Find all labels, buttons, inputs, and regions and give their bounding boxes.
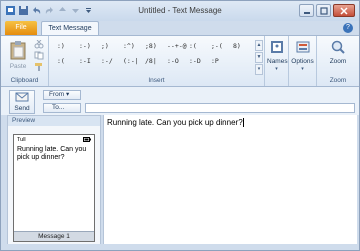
emoticon-item[interactable]: :-D xyxy=(189,57,211,66)
send-icon xyxy=(15,92,29,102)
preview-message: Running late. Can you pick up dinner? xyxy=(17,146,87,161)
tab-text-message[interactable]: Text Message xyxy=(41,21,99,35)
emoticon-item[interactable]: :-I xyxy=(79,57,101,66)
clipboard-group-label: Clipboard xyxy=(10,77,39,84)
preview-footer: Message 1 xyxy=(14,231,94,241)
preview-pane: Preview Tull Running late. Can you pick … xyxy=(7,115,101,245)
zoom-group: Zoom Zoom xyxy=(317,36,359,86)
phone-preview: Tull Running late. Can you pick up dinne… xyxy=(13,134,95,242)
chevron-down-icon: ▾ xyxy=(65,91,70,98)
emoticon-item[interactable]: ;) xyxy=(101,42,123,51)
message-body: Running late. Can you pick up dinner? xyxy=(107,118,243,127)
copy-icon[interactable] xyxy=(34,51,44,60)
emoticon-item[interactable]: :( xyxy=(189,42,211,51)
emoticon-item[interactable]: :-O xyxy=(167,57,189,66)
options-group: Options ▾ xyxy=(289,36,317,86)
zoom-group-label: Zoom xyxy=(329,77,347,84)
emoticon-item[interactable]: :^) xyxy=(123,42,145,51)
emoticon-gallery: :) :-) ;) :^) ;8) --+-@ :( ;-( 8) :( :-I… xyxy=(57,42,257,66)
to-field[interactable] xyxy=(85,103,355,113)
address-book-icon xyxy=(270,41,283,53)
insert-group: :) :-) ;) :^) ;8) --+-@ :( ;-( 8) :( :-I… xyxy=(49,36,265,86)
options-button[interactable]: Options ▾ xyxy=(291,40,314,72)
ribbon-tabs: File Text Message ? xyxy=(1,21,359,35)
zoom-button[interactable]: Zoom xyxy=(319,40,357,65)
emoticon-item[interactable]: ;8) xyxy=(145,42,167,51)
from-button[interactable]: From ▾ xyxy=(43,90,81,100)
zoom-label: Zoom xyxy=(329,58,347,65)
text-message-window: Untitled - Text Message File Text Messag… xyxy=(0,0,360,251)
maximize-button[interactable] xyxy=(316,4,331,17)
names-label: Names xyxy=(267,58,288,65)
emoticon-item[interactable]: :( xyxy=(57,57,79,66)
ribbon: Paste Clipboard :) :-) ;) :^) ;8) --+-@ … xyxy=(1,35,359,87)
close-button[interactable] xyxy=(333,4,355,17)
minimize-icon xyxy=(303,11,310,14)
emoticon-item[interactable]: :) xyxy=(57,42,79,51)
close-icon xyxy=(340,6,348,15)
emoticon-item[interactable]: :-) xyxy=(79,42,101,51)
chevron-down-icon: ▾ xyxy=(275,66,278,72)
emoticon-item[interactable]: --+-@ xyxy=(167,42,189,51)
emoticon-item[interactable]: 8) xyxy=(233,42,255,51)
gallery-down-icon[interactable]: ▼ xyxy=(255,52,263,63)
names-group: Names ▾ xyxy=(265,36,289,86)
tab-file[interactable]: File xyxy=(5,21,37,35)
clipboard-group: Paste Clipboard xyxy=(1,36,49,86)
emoticon-item[interactable]: :-/ xyxy=(101,57,123,66)
message-header: Send From ▾ To... xyxy=(1,87,359,115)
insert-group-label: Insert xyxy=(148,77,165,84)
help-icon[interactable]: ? xyxy=(343,23,353,33)
battery-icon xyxy=(83,137,91,145)
window-controls xyxy=(299,4,355,17)
format-painter-icon[interactable] xyxy=(34,62,44,71)
title-bar: Untitled - Text Message xyxy=(1,1,359,21)
names-button[interactable]: Names ▾ xyxy=(267,40,288,72)
paste-button[interactable]: Paste xyxy=(7,40,29,72)
gallery-scroll: ▲ ▼ ▾ xyxy=(255,40,263,75)
send-button[interactable]: Send xyxy=(9,90,35,114)
send-label: Send xyxy=(14,105,30,112)
from-label: From xyxy=(49,91,65,98)
message-body-editor[interactable]: Running late. Can you pick up dinner? xyxy=(103,115,357,245)
maximize-icon xyxy=(319,6,328,15)
options-icon xyxy=(296,41,309,53)
status-bar xyxy=(1,244,359,250)
text-cursor xyxy=(242,118,244,128)
message-text: Running late. Can you pick up dinner? xyxy=(107,118,244,128)
gallery-up-icon[interactable]: ▲ xyxy=(255,40,263,51)
emoticon-item[interactable]: (:-| xyxy=(123,57,145,66)
preview-title: Preview xyxy=(8,116,100,126)
paste-icon xyxy=(10,41,26,60)
chevron-down-icon: ▾ xyxy=(301,66,304,72)
gallery-more-icon[interactable]: ▾ xyxy=(255,64,263,75)
to-button[interactable]: To... xyxy=(43,103,81,113)
emoticon-item[interactable]: :P xyxy=(211,57,233,66)
zoom-icon xyxy=(331,40,345,54)
emoticon-item[interactable]: /8| xyxy=(145,57,167,66)
emoticon-item[interactable]: ;-( xyxy=(211,42,233,51)
options-label: Options xyxy=(291,58,314,65)
signal-icon: Tull xyxy=(17,137,26,143)
clipboard-small-buttons xyxy=(34,39,44,71)
paste-label: Paste xyxy=(9,63,27,70)
minimize-button[interactable] xyxy=(299,4,314,17)
phone-status-bar: Tull xyxy=(17,137,91,145)
cut-icon[interactable] xyxy=(34,39,44,49)
emoticon-item[interactable] xyxy=(233,57,255,66)
